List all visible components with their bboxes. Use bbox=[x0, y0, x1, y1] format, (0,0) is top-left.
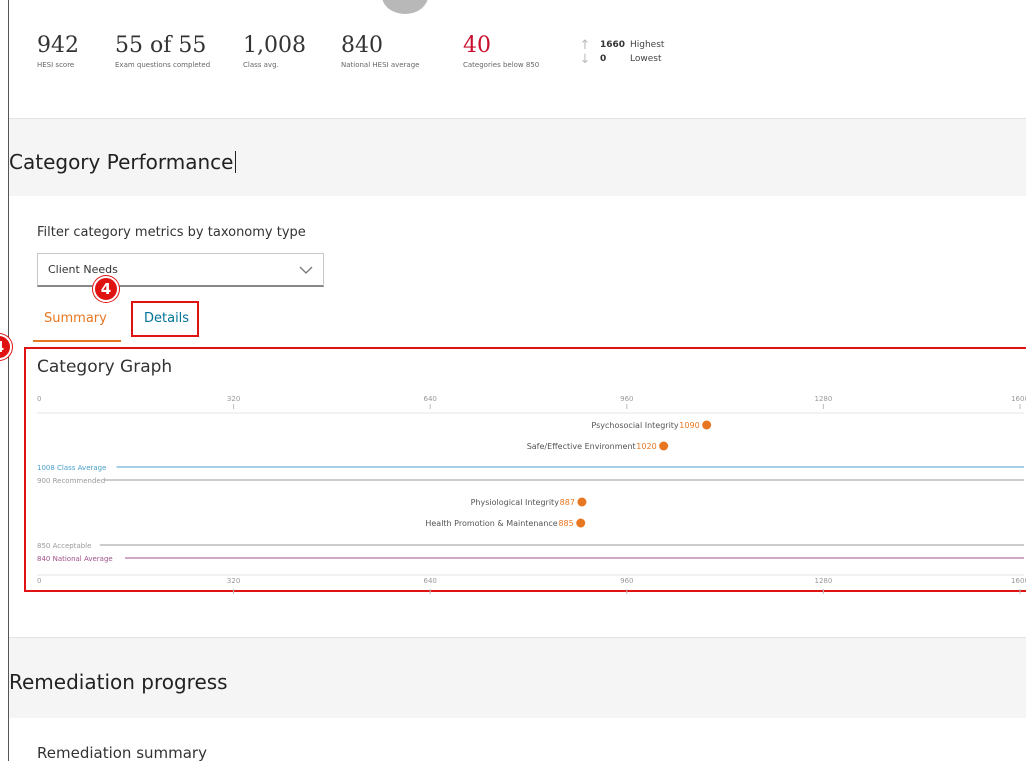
remediation-summary-title: Remediation summary bbox=[37, 744, 207, 762]
category-point bbox=[702, 420, 712, 430]
axis-tick-label: 640 bbox=[424, 395, 437, 403]
category-name: Health Promotion & Maintenance bbox=[425, 519, 557, 528]
remediation-progress-title: Remediation progress bbox=[9, 670, 228, 694]
reference-line-label: 850 Acceptable bbox=[37, 542, 91, 550]
category-name: Physiological Integrity bbox=[471, 498, 560, 507]
category-score: 1020 bbox=[636, 442, 656, 451]
category-point bbox=[659, 441, 669, 451]
axis-tick-label: 1600 bbox=[1011, 577, 1026, 585]
axis-tick-label: 1280 bbox=[814, 577, 832, 585]
category-point bbox=[576, 518, 586, 528]
category-name: Safe/Effective Environment bbox=[527, 442, 636, 451]
category-name: Psychosocial Integrity bbox=[591, 421, 679, 430]
axis-tick-label: 1280 bbox=[814, 395, 832, 403]
axis-tick-label: 320 bbox=[227, 395, 240, 403]
axis-tick-label: 960 bbox=[620, 577, 633, 585]
category-score: 1090 bbox=[679, 421, 699, 430]
reference-line-label: 900 Recommended bbox=[37, 477, 105, 485]
axis-tick-label: 960 bbox=[620, 395, 633, 403]
reference-line-label: 1008 Class Average bbox=[37, 464, 106, 472]
category-score: 885 bbox=[558, 519, 573, 528]
axis-tick-label: 0 bbox=[37, 577, 41, 585]
category-point bbox=[577, 497, 587, 507]
axis-tick-label: 640 bbox=[424, 577, 437, 585]
axis-tick-label: 320 bbox=[227, 577, 240, 585]
category-score: 887 bbox=[560, 498, 575, 507]
axis-tick-label: 0 bbox=[37, 395, 41, 403]
reference-line-label: 840 National Average bbox=[37, 555, 113, 563]
axis-tick-label: 1600 bbox=[1011, 395, 1026, 403]
